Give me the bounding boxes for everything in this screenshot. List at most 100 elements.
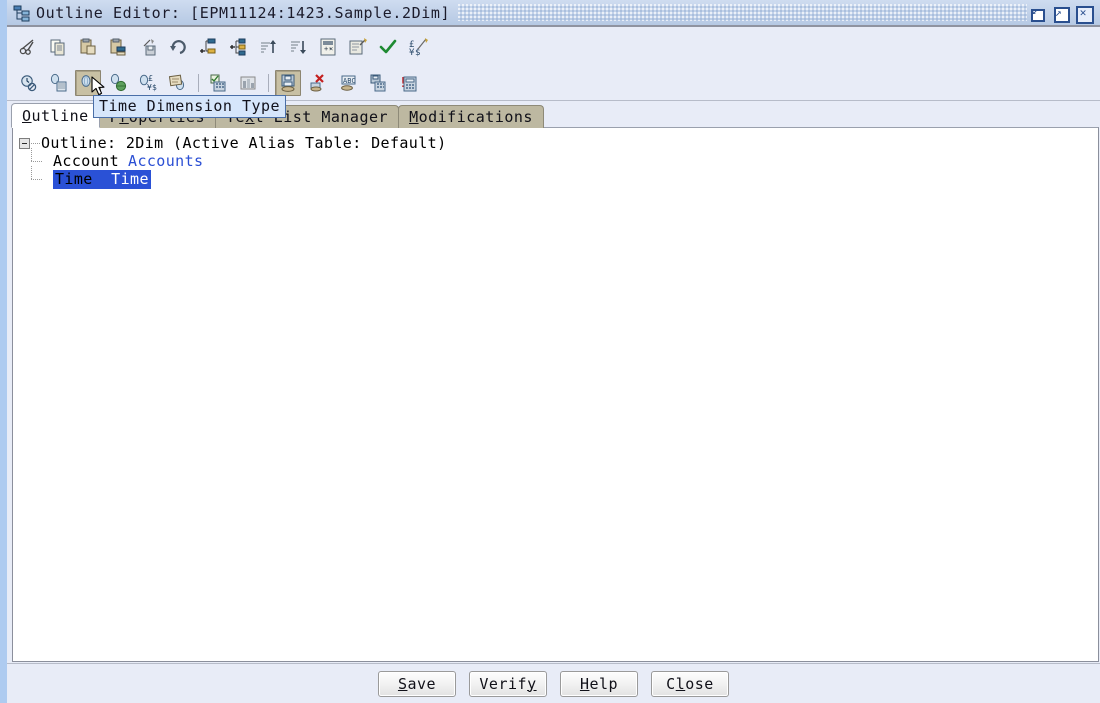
sparse-storage-button[interactable]: [235, 70, 261, 96]
label-only-icon: ABC: [338, 73, 358, 93]
primary-toolbar: +- × £ ¥ $: [7, 29, 1100, 65]
verify-button[interactable]: Verify: [469, 670, 547, 697]
sort-descending-icon: [288, 37, 308, 57]
sort-descending-button[interactable]: [285, 34, 311, 60]
toolbar-tooltip: Time Dimension Type: [93, 95, 287, 118]
dimension-properties-button[interactable]: [45, 70, 71, 96]
currency-dimension-icon: £ ¥ $: [138, 73, 158, 93]
sparse-storage-icon: [238, 73, 258, 93]
toolbar-separator-1: [198, 73, 199, 92]
window-title: Outline Editor: [EPM11124:1423.Sample.2D…: [36, 3, 451, 22]
dimension-properties-icon: [48, 73, 68, 93]
outline-tree-icon: [12, 3, 32, 23]
tree-row[interactable]: Time Time: [19, 166, 1098, 189]
outline-editor-window: Outline Editor: [EPM11124:1423.Sample.2D…: [0, 0, 1100, 703]
save-button-label: Save: [397, 674, 437, 693]
time-dimension-icon: [78, 73, 98, 93]
outline-tree: Outline: 2Dim (Active Alias Table: Defau…: [13, 128, 1098, 189]
tree-row[interactable]: Account Accounts: [19, 148, 1098, 170]
label-only-button[interactable]: ABC: [335, 70, 361, 96]
dynamic-calc-icon: !: [398, 73, 418, 93]
verify-button-label: Verify: [479, 674, 537, 693]
calc-script-icon: +- ×: [318, 37, 338, 57]
verify-outline-button[interactable]: [375, 34, 401, 60]
check-mark-icon: [378, 37, 398, 57]
store-data-button[interactable]: [275, 69, 301, 96]
member-name: Time: [55, 169, 93, 188]
attribute-dimension-icon: [168, 73, 188, 93]
paste-icon: [78, 37, 98, 57]
help-button[interactable]: Help: [560, 670, 638, 697]
close-button-footer[interactable]: Close: [651, 670, 729, 697]
svg-text:£: £: [148, 74, 153, 83]
cut-button[interactable]: [15, 34, 41, 60]
copy-button[interactable]: [45, 34, 71, 60]
add-sibling-button[interactable]: [195, 34, 221, 60]
clock-disabled-icon: [18, 73, 38, 93]
toolbar-separator-2: [268, 73, 269, 92]
add-child-icon: [228, 37, 248, 57]
tab-outline[interactable]: Outline: [11, 103, 100, 128]
svg-text:ABC: ABC: [343, 77, 356, 85]
svg-text:$: $: [415, 48, 420, 57]
restore-button[interactable]: [1029, 4, 1046, 22]
store-data-icon: [278, 73, 298, 93]
accounts-dimension-icon: [108, 73, 128, 93]
tree-connector: [31, 166, 53, 188]
paste-button[interactable]: [75, 34, 101, 60]
sort-ascending-button[interactable]: [255, 34, 281, 60]
undo-button[interactable]: [165, 34, 191, 60]
svg-text:$: $: [152, 83, 157, 92]
paste-child-icon: [108, 37, 128, 57]
dense-storage-button[interactable]: [205, 70, 231, 96]
member-alias: Time: [111, 169, 149, 188]
collapse-toggle-icon[interactable]: [19, 137, 30, 149]
close-button-footer-label: Close: [666, 674, 714, 693]
member-alias: Accounts: [128, 152, 204, 170]
member-name: Account: [53, 152, 120, 170]
delete-button[interactable]: [135, 34, 161, 60]
scissors-icon: [18, 37, 38, 57]
window-controls: [1029, 4, 1100, 24]
help-button-label: Help: [579, 674, 619, 693]
add-sibling-icon: [198, 37, 218, 57]
undo-arrow-icon: [168, 37, 188, 57]
maximize-button[interactable]: [1052, 4, 1070, 23]
tab-modifications-label: Modifications: [409, 108, 533, 126]
accounts-dimension-type-button[interactable]: [105, 70, 131, 96]
tab-outline-label: Outline: [22, 106, 89, 125]
currency-dimension-type-button[interactable]: £ ¥ $: [135, 70, 161, 96]
shared-member-icon: [368, 73, 388, 93]
tree-connector: [31, 142, 41, 144]
sort-ascending-icon: [258, 37, 278, 57]
time-dimension-type-button[interactable]: [75, 69, 101, 96]
shared-member-button[interactable]: [365, 70, 391, 96]
outline-content-panel[interactable]: Outline: 2Dim (Active Alias Table: Defau…: [12, 127, 1099, 662]
member-selected[interactable]: Time Time: [53, 169, 151, 189]
dynamic-calc-button[interactable]: !: [395, 70, 421, 96]
currency-conversion-button[interactable]: £ ¥ $: [405, 34, 431, 60]
title-bar: Outline Editor: [EPM11124:1423.Sample.2D…: [7, 0, 1100, 27]
never-share-icon: [308, 73, 328, 93]
dialog-footer: Save Verify Help Close: [7, 663, 1100, 703]
tree-connector: [31, 148, 53, 170]
formula-editor-button[interactable]: [345, 34, 371, 60]
outline-root-label: Outline: 2Dim (Active Alias Table: Defau…: [41, 134, 447, 152]
tab-modifications[interactable]: Modifications: [398, 105, 544, 128]
never-share-button[interactable]: [305, 70, 331, 96]
title-bar-texture: [450, 0, 1029, 25]
calc-script-button[interactable]: +- ×: [315, 34, 341, 60]
dense-storage-icon: [208, 73, 228, 93]
save-button[interactable]: Save: [378, 670, 456, 697]
copy-icon: [48, 37, 68, 57]
no-time-dimension-button[interactable]: [15, 70, 41, 96]
paste-child-button[interactable]: [105, 34, 131, 60]
tree-root-row[interactable]: Outline: 2Dim (Active Alias Table: Defau…: [19, 134, 1098, 152]
delete-member-icon: [138, 37, 158, 57]
currency-icon: £ ¥ $: [408, 37, 428, 57]
add-child-button[interactable]: [225, 34, 251, 60]
svg-text:×: ×: [329, 45, 333, 53]
formula-editor-icon: [348, 37, 368, 57]
close-button[interactable]: [1075, 4, 1094, 24]
attribute-dimension-type-button[interactable]: [165, 70, 191, 96]
